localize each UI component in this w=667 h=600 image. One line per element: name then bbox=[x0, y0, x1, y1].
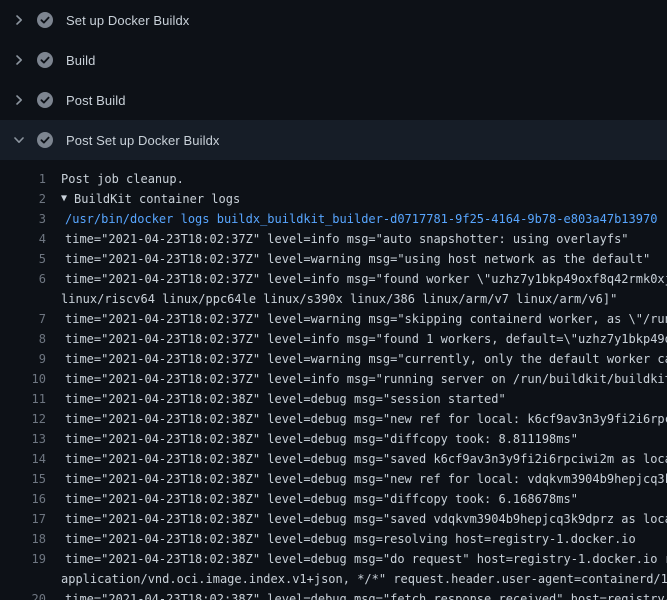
log-row: 6 time="2021-04-23T18:02:37Z" level=info… bbox=[0, 269, 667, 289]
line-number[interactable]: 8 bbox=[0, 329, 46, 349]
check-circle-icon bbox=[37, 132, 53, 148]
log-row: linux/riscv64 linux/ppc64le linux/s390x … bbox=[0, 289, 667, 309]
line-number[interactable] bbox=[0, 289, 46, 309]
check-circle-icon bbox=[37, 12, 53, 28]
line-number[interactable]: 11 bbox=[0, 389, 46, 409]
log-row: 18 time="2021-04-23T18:02:38Z" level=deb… bbox=[0, 529, 667, 549]
step-label: Build bbox=[66, 53, 95, 68]
log-row: 9 time="2021-04-23T18:02:37Z" level=warn… bbox=[0, 349, 667, 369]
log-text: time="2021-04-23T18:02:38Z" level=debug … bbox=[65, 529, 636, 549]
line-number[interactable]: 17 bbox=[0, 509, 46, 529]
log-row: 2 ▼ BuildKit container logs bbox=[0, 189, 667, 209]
step-header-post-set-up-docker-buildx[interactable]: Post Set up Docker Buildx bbox=[0, 120, 667, 160]
line-number[interactable]: 5 bbox=[0, 249, 46, 269]
log-text: time="2021-04-23T18:02:38Z" level=debug … bbox=[65, 589, 667, 600]
log-row: 14 time="2021-04-23T18:02:38Z" level=deb… bbox=[0, 449, 667, 469]
chevron-right-icon bbox=[12, 53, 26, 67]
line-number[interactable]: 15 bbox=[0, 469, 46, 489]
line-number[interactable]: 13 bbox=[0, 429, 46, 449]
log-text: time="2021-04-23T18:02:37Z" level=warnin… bbox=[65, 349, 667, 369]
log-row: 4 time="2021-04-23T18:02:37Z" level=info… bbox=[0, 229, 667, 249]
log-text: time="2021-04-23T18:02:38Z" level=debug … bbox=[65, 509, 667, 529]
log-text: time="2021-04-23T18:02:37Z" level=warnin… bbox=[65, 309, 667, 329]
log-row: 15 time="2021-04-23T18:02:38Z" level=deb… bbox=[0, 469, 667, 489]
line-number[interactable]: 6 bbox=[0, 269, 46, 289]
log-text: time="2021-04-23T18:02:38Z" level=debug … bbox=[65, 389, 506, 409]
line-number[interactable]: 10 bbox=[0, 369, 46, 389]
check-circle-icon bbox=[37, 52, 53, 68]
chevron-right-icon bbox=[12, 93, 26, 107]
log-text: linux/riscv64 linux/ppc64le linux/s390x … bbox=[61, 289, 617, 309]
log-row: 7 time="2021-04-23T18:02:37Z" level=warn… bbox=[0, 309, 667, 329]
log-row: 11 time="2021-04-23T18:02:38Z" level=deb… bbox=[0, 389, 667, 409]
step-header-post-build[interactable]: Post Build bbox=[0, 80, 667, 120]
log-row: 17 time="2021-04-23T18:02:38Z" level=deb… bbox=[0, 509, 667, 529]
chevron-down-icon bbox=[12, 133, 26, 147]
log-text: application/vnd.oci.image.index.v1+json,… bbox=[61, 569, 667, 589]
line-number[interactable]: 19 bbox=[0, 549, 46, 569]
log-text: time="2021-04-23T18:02:37Z" level=info m… bbox=[65, 369, 667, 389]
log-row: 1 Post job cleanup. bbox=[0, 169, 667, 189]
check-circle-icon bbox=[37, 92, 53, 108]
log-row: 19 time="2021-04-23T18:02:38Z" level=deb… bbox=[0, 549, 667, 569]
log-text: time="2021-04-23T18:02:38Z" level=debug … bbox=[65, 489, 578, 509]
line-number[interactable] bbox=[0, 569, 46, 589]
log-row: 5 time="2021-04-23T18:02:37Z" level=warn… bbox=[0, 249, 667, 269]
log-text: time="2021-04-23T18:02:37Z" level=info m… bbox=[65, 229, 629, 249]
log-row: 10 time="2021-04-23T18:02:37Z" level=inf… bbox=[0, 369, 667, 389]
log-text: time="2021-04-23T18:02:38Z" level=debug … bbox=[65, 429, 578, 449]
disclosure-triangle-icon[interactable]: ▼ bbox=[61, 189, 67, 209]
log-text: time="2021-04-23T18:02:38Z" level=debug … bbox=[65, 449, 667, 469]
step-header-set-up-docker-buildx[interactable]: Set up Docker Buildx bbox=[0, 0, 667, 40]
log-row: 20 time="2021-04-23T18:02:38Z" level=deb… bbox=[0, 589, 667, 600]
actions-log-panel: Set up Docker Buildx Build Post Build Po… bbox=[0, 0, 667, 600]
log-text: time="2021-04-23T18:02:38Z" level=debug … bbox=[65, 469, 667, 489]
line-number[interactable]: 18 bbox=[0, 529, 46, 549]
step-label: Post Build bbox=[66, 93, 126, 108]
line-number[interactable]: 14 bbox=[0, 449, 46, 469]
log-text: BuildKit container logs bbox=[74, 189, 240, 209]
log-row: 3 /usr/bin/docker logs buildx_buildkit_b… bbox=[0, 209, 667, 229]
step-header-build[interactable]: Build bbox=[0, 40, 667, 80]
step-label: Post Set up Docker Buildx bbox=[66, 133, 220, 148]
log-row: application/vnd.oci.image.index.v1+json,… bbox=[0, 569, 667, 589]
line-number[interactable]: 3 bbox=[0, 209, 46, 229]
line-number[interactable]: 20 bbox=[0, 589, 46, 600]
log-text: Post job cleanup. bbox=[61, 169, 184, 189]
line-number[interactable]: 1 bbox=[0, 169, 46, 189]
log-text: time="2021-04-23T18:02:38Z" level=debug … bbox=[65, 549, 667, 569]
log-row: 16 time="2021-04-23T18:02:38Z" level=deb… bbox=[0, 489, 667, 509]
log-text: time="2021-04-23T18:02:37Z" level=info m… bbox=[65, 329, 667, 349]
line-number[interactable]: 12 bbox=[0, 409, 46, 429]
log-text: time="2021-04-23T18:02:37Z" level=warnin… bbox=[65, 249, 650, 269]
log-text: /usr/bin/docker logs buildx_buildkit_bui… bbox=[65, 209, 657, 229]
line-number[interactable]: 9 bbox=[0, 349, 46, 369]
log-rows: 1 Post job cleanup. 2 ▼ BuildKit contain… bbox=[0, 160, 667, 600]
log-text: time="2021-04-23T18:02:38Z" level=debug … bbox=[65, 409, 667, 429]
line-number[interactable]: 16 bbox=[0, 489, 46, 509]
log-row: 8 time="2021-04-23T18:02:37Z" level=info… bbox=[0, 329, 667, 349]
log-text: time="2021-04-23T18:02:37Z" level=info m… bbox=[65, 269, 667, 289]
chevron-right-icon bbox=[12, 13, 26, 27]
step-label: Set up Docker Buildx bbox=[66, 13, 189, 28]
line-number[interactable]: 7 bbox=[0, 309, 46, 329]
line-number[interactable]: 4 bbox=[0, 229, 46, 249]
log-row: 13 time="2021-04-23T18:02:38Z" level=deb… bbox=[0, 429, 667, 449]
line-number[interactable]: 2 bbox=[0, 189, 46, 209]
log-row: 12 time="2021-04-23T18:02:38Z" level=deb… bbox=[0, 409, 667, 429]
